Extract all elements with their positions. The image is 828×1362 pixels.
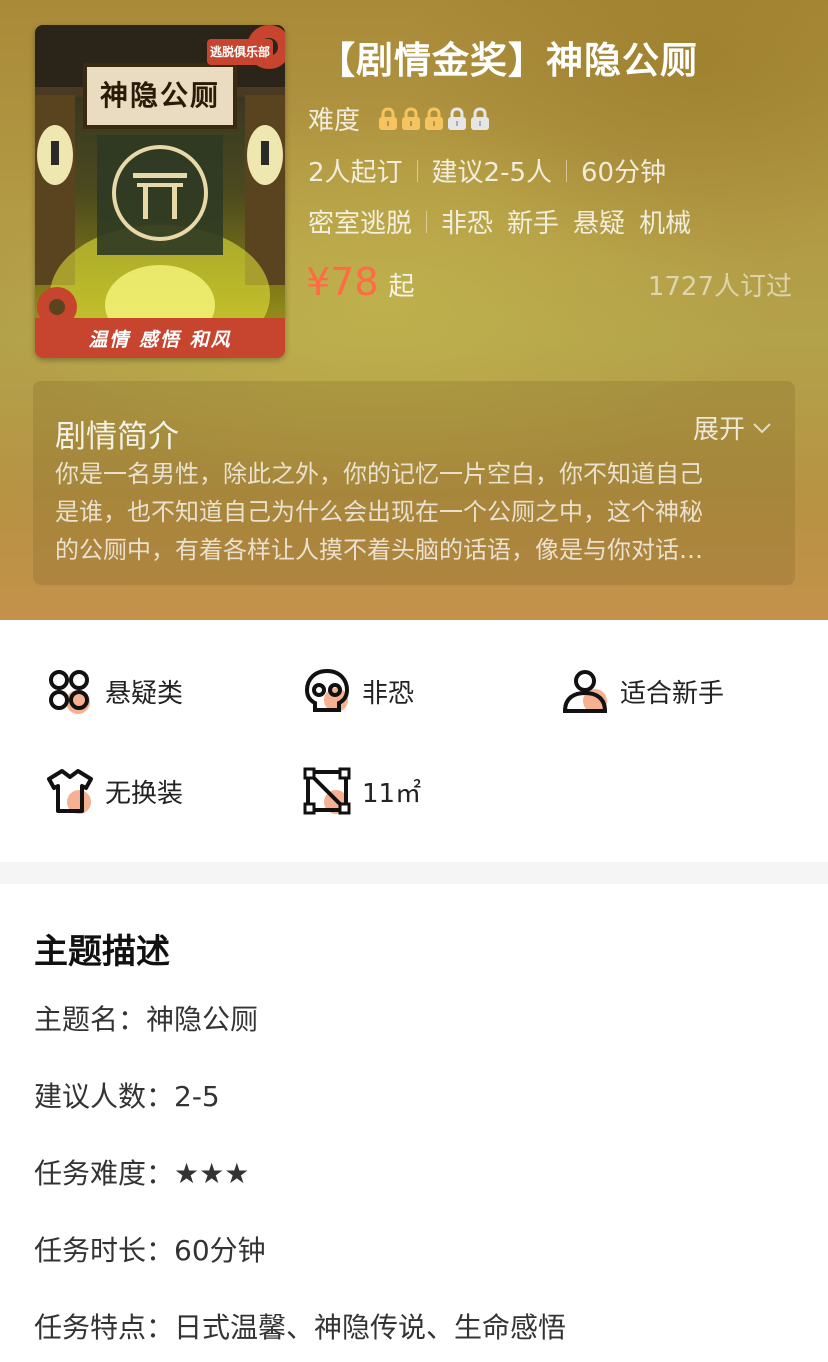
price-currency: ¥	[306, 260, 331, 304]
row-label: 建议人数：	[34, 1080, 175, 1113]
row-label: 主题名：	[34, 1003, 147, 1036]
poster-banner: 温情 感悟 和风	[35, 318, 285, 358]
lock-icon-empty	[471, 106, 490, 130]
description-row-duration: 任务时长：60分钟	[34, 1229, 266, 1269]
feature-area: 11㎡	[302, 766, 421, 816]
feature-genre: 悬疑类	[45, 666, 183, 716]
theme-header: 逃脱俱乐部 神隐公厕 温情 感悟 和风 【剧情金奖】神隐公厕 难度 2人起订 建…	[0, 0, 828, 620]
feature-label: 非恐	[362, 678, 415, 709]
theme-poster[interactable]: 逃脱俱乐部 神隐公厕 温情 感悟 和风	[35, 25, 285, 358]
lock-icon-filled	[425, 106, 444, 130]
tag: 非恐	[441, 209, 494, 239]
poster-logo: 逃脱俱乐部	[209, 45, 270, 59]
feature-label: 11㎡	[362, 778, 422, 809]
lock-icon-filled	[379, 106, 398, 130]
separator	[426, 210, 428, 233]
booked-count: 1727人订过	[647, 272, 792, 302]
tag: 悬疑	[573, 209, 626, 239]
synopsis-line: 的公厕中，有着各样让人摸不着头脑的话语，像是与你对话…	[55, 536, 703, 564]
row-value: ★★★	[174, 1157, 250, 1190]
suggested-players: 建议2-5人	[431, 158, 553, 188]
theme-description: 主题描述 主题名：神隐公厕 建议人数：2-5 任务难度：★★★ 任务时长：60分…	[0, 884, 828, 1362]
description-row-name: 主题名：神隐公厕	[34, 998, 258, 1038]
separator	[566, 159, 568, 182]
feature-costume: 无换装	[45, 766, 183, 816]
lock-icon-filled	[402, 106, 421, 130]
row-label: 任务时长：	[34, 1234, 175, 1267]
area-icon	[303, 767, 351, 815]
feature-label: 适合新手	[620, 678, 725, 709]
feature-label: 悬疑类	[105, 678, 184, 709]
price-value: 78	[330, 260, 379, 304]
row-value: 60分钟	[174, 1234, 266, 1267]
description-row-difficulty: 任务难度：★★★	[34, 1152, 249, 1192]
feature-beginner: 适合新手	[560, 666, 724, 716]
expand-label: 展开	[692, 415, 745, 445]
synopsis-text: 你是一名男性，除此之外，你的记忆一片空白，你不知道自己 是谁，也不知道自己为什么…	[55, 455, 767, 569]
lock-icon-empty	[448, 106, 467, 130]
feature-grid: 悬疑类 非恐 适合新手 无换装 11㎡	[0, 620, 828, 862]
user-icon	[562, 670, 608, 713]
feature-horror: 非恐	[302, 666, 414, 716]
row-value: 神隐公厕	[146, 1003, 259, 1036]
feature-label: 无换装	[105, 778, 184, 809]
grid-icon	[49, 670, 90, 714]
section-divider	[0, 862, 828, 884]
description-row-players: 建议人数：2-5	[34, 1075, 220, 1115]
row-label: 任务特点：	[34, 1311, 175, 1344]
synopsis-title: 剧情简介	[55, 419, 179, 455]
tag: 新手	[507, 209, 560, 239]
tag-category: 密室逃脱	[308, 209, 413, 239]
row-value: 日式温馨、神隐传说、生命感悟	[174, 1311, 567, 1344]
shirt-icon	[47, 769, 93, 814]
tag: 机械	[639, 209, 692, 239]
tags-row: 密室逃脱 非恐 新手 悬疑 机械	[308, 203, 705, 240]
description-title: 主题描述	[34, 932, 170, 972]
row-label: 任务难度：	[34, 1157, 175, 1190]
difficulty-locks	[378, 106, 490, 131]
price-suffix: 起	[388, 272, 415, 302]
theme-title: 【剧情金奖】神隐公厕	[318, 39, 698, 82]
expand-button[interactable]: 展开	[693, 409, 773, 446]
duration: 60分钟	[581, 158, 667, 188]
min-booking: 2人起订	[308, 158, 403, 188]
separator	[416, 159, 418, 182]
synopsis-card: 剧情简介 展开 你是一名男性，除此之外，你的记忆一片空白，你不知道自己 是谁，也…	[33, 381, 795, 585]
synopsis-line: 你是一名男性，除此之外，你的记忆一片空白，你不知道自己	[55, 460, 703, 488]
row-value: 2-5	[174, 1080, 220, 1113]
booking-info-row: 2人起订 建议2-5人 60分钟	[308, 152, 666, 189]
difficulty-label: 难度	[308, 106, 361, 136]
chevron-down-icon	[753, 422, 771, 433]
poster-sign-text: 神隐公厕	[99, 79, 220, 112]
skull-icon	[304, 668, 350, 712]
synopsis-line: 是谁，也不知道自己为什么会出现在一个公厕之中，这个神秘	[55, 498, 703, 526]
difficulty-row: 难度	[308, 100, 490, 137]
description-row-features: 任务特点：日式温馨、神隐传说、生命感悟	[34, 1306, 566, 1346]
price: ¥ 78 起	[306, 260, 415, 304]
